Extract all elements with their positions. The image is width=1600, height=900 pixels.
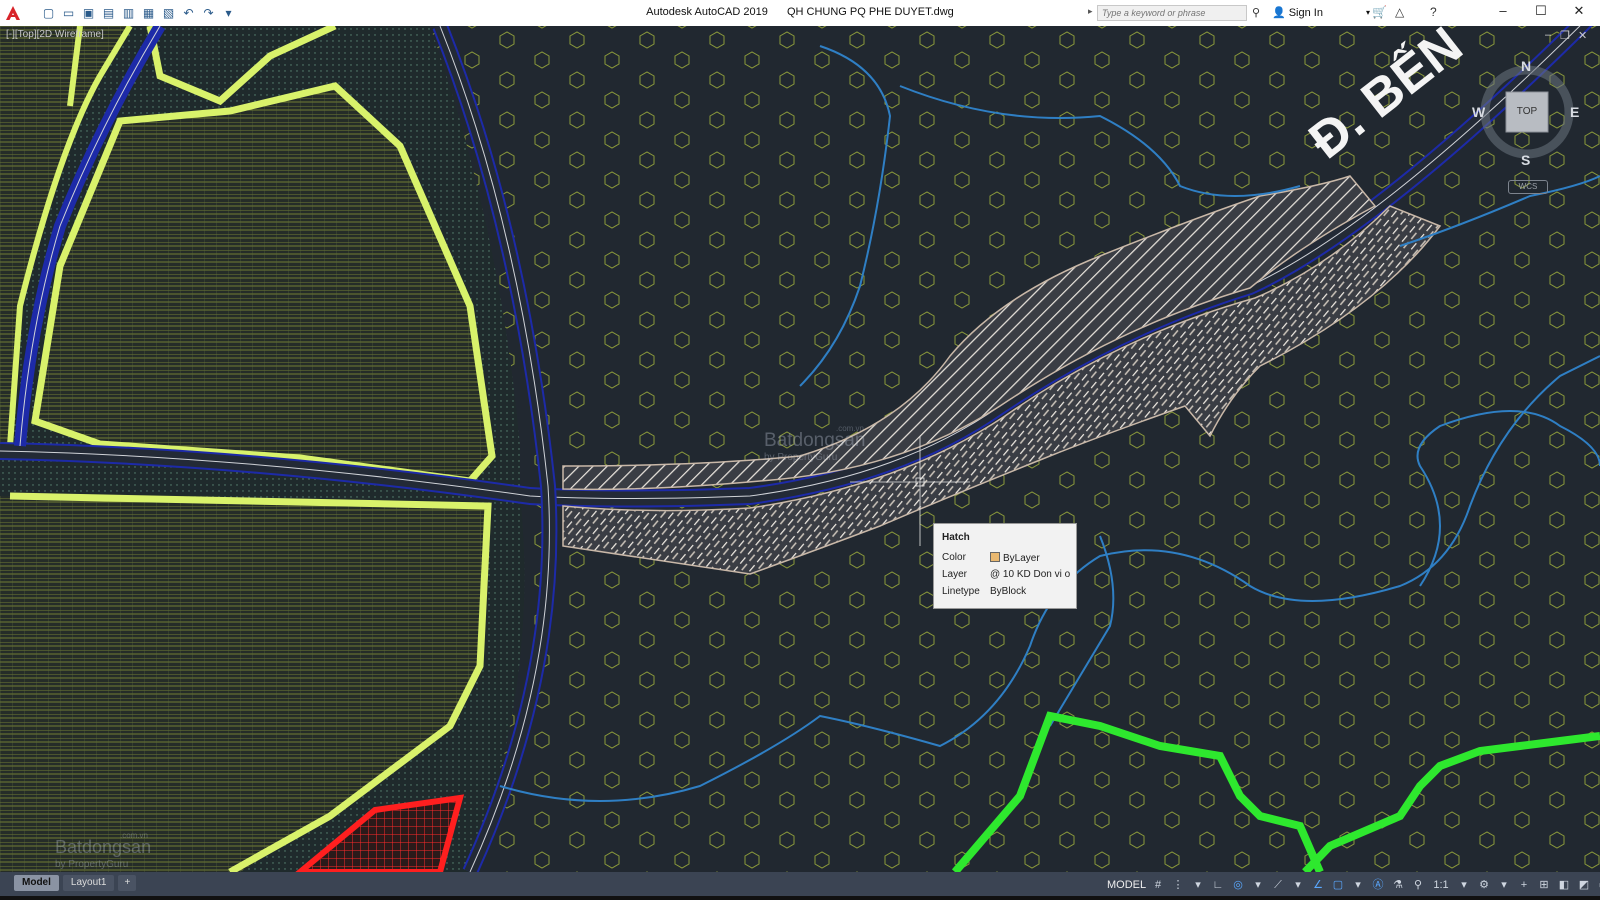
dropdown-icon[interactable]: ▾ xyxy=(1250,877,1266,893)
tooltip-color-value: ByLayer xyxy=(1003,553,1040,564)
isometric-icon[interactable]: ⟋ xyxy=(1270,877,1286,893)
add-layout-button[interactable]: + xyxy=(118,875,137,891)
viewcube-top-face[interactable]: TOP xyxy=(1512,106,1542,117)
user-icon: 👤 xyxy=(1272,7,1286,19)
watermark-tagline: by PropertyGuru xyxy=(55,859,129,870)
tab-model[interactable]: Model xyxy=(14,875,59,891)
workspace-gear-icon[interactable]: ⚙ xyxy=(1476,877,1492,893)
watermark-domain: .com.vn xyxy=(836,424,865,433)
open-icon[interactable]: ▭ xyxy=(60,4,77,21)
ortho-icon[interactable]: ∟ xyxy=(1210,877,1226,893)
print-icon[interactable]: ▧ xyxy=(160,4,177,21)
tooltip-title: Hatch xyxy=(942,532,970,543)
plus-icon[interactable]: + xyxy=(1516,877,1532,893)
tooltip-value: @ 10 KD Don vi o xyxy=(990,569,1071,580)
dropdown-icon[interactable]: ▾ xyxy=(1456,877,1472,893)
viewport-close-icon[interactable]: ✕ xyxy=(1578,29,1587,42)
tooltip-label: Layer xyxy=(942,569,968,580)
undo-icon[interactable]: ↶ xyxy=(180,4,197,21)
dropdown-icon[interactable]: ▾ xyxy=(1496,877,1512,893)
quick-access-toolbar: ▢ ▭ ▣ ▤ ▥ ▦ ▧ ↶ ↷ ▾ xyxy=(40,4,237,21)
object-snap-icon[interactable]: ▢ xyxy=(1330,877,1346,893)
file-name: QH CHUNG PQ PHE DUYET.dwg xyxy=(786,6,954,18)
minimize-button[interactable]: – xyxy=(1488,3,1518,21)
object-snap-tracking-icon[interactable]: ∠ xyxy=(1310,877,1326,893)
viewcube-west[interactable]: W xyxy=(1472,104,1485,120)
tab-layout1[interactable]: Layout1 xyxy=(62,875,115,891)
watermark-brand: Batdongsan xyxy=(764,430,866,451)
tooltip-value: ByLayer xyxy=(990,552,1040,564)
close-button[interactable]: ✕ xyxy=(1564,3,1594,21)
tooltip-label: Linetype xyxy=(942,586,980,597)
redo-icon[interactable]: ↷ xyxy=(200,4,217,21)
sign-in-button[interactable]: 👤 Sign In ▾ xyxy=(1272,6,1370,20)
drawing-viewport[interactable]: [-][Top][2D Wireframe] – ❐ ✕ Đ. BẾN Batd… xyxy=(0,26,1600,872)
polar-icon[interactable]: ◎ xyxy=(1230,877,1246,893)
wcs-menu[interactable]: WCS xyxy=(1508,180,1548,194)
viewport-minimize-icon[interactable]: – xyxy=(1545,29,1551,41)
search-expand-icon[interactable]: ▸ xyxy=(1088,6,1093,17)
model-space-button[interactable]: MODEL xyxy=(1107,879,1146,891)
taskbar-edge xyxy=(0,896,1600,900)
status-toggles: # ⋮ ▾ ∟ ◎ ▾ ⟋ ▾ ∠ ▢ ▾ Ⓐ ⚗ ⚲ 1:1 ▾ ⚙ ▾ + … xyxy=(1150,877,1600,893)
title-bar: ▢ ▭ ▣ ▤ ▥ ▦ ▧ ↶ ↷ ▾ Autodesk AutoCAD 201… xyxy=(0,0,1600,26)
watermark: Batdongsan by PropertyGuru xyxy=(764,430,866,463)
maximize-button[interactable]: ☐ xyxy=(1526,3,1556,21)
annotation-visibility-icon[interactable]: Ⓐ xyxy=(1370,877,1386,893)
snap-icon[interactable]: ⋮ xyxy=(1170,877,1186,893)
chevron-down-icon: ▾ xyxy=(1365,8,1370,17)
sign-in-label: Sign In xyxy=(1288,6,1323,19)
graphics-performance-icon[interactable]: ◩ xyxy=(1576,877,1592,893)
auto-scale-icon[interactable]: ⚗ xyxy=(1390,877,1406,893)
scale-readout[interactable]: 1:1 xyxy=(1430,877,1452,893)
plot-preview-icon[interactable]: ▦ xyxy=(140,4,157,21)
isolate-objects-icon[interactable]: ◧ xyxy=(1556,877,1572,893)
viewcube[interactable]: N S E W TOP WCS xyxy=(1472,56,1582,201)
dropdown-icon[interactable]: ▾ xyxy=(1290,877,1306,893)
viewport-controls-label[interactable]: [-][Top][2D Wireframe] xyxy=(6,29,104,40)
annotation-scale-icon[interactable]: ⚲ xyxy=(1410,877,1426,893)
viewcube-north[interactable]: N xyxy=(1521,58,1531,74)
viewcube-east[interactable]: E xyxy=(1570,104,1579,120)
layout-tabs: Model Layout1 + xyxy=(14,875,137,891)
clean-screen-icon[interactable]: ▭ xyxy=(1596,877,1600,893)
dropdown-icon[interactable]: ▾ xyxy=(1190,877,1206,893)
viewcube-south[interactable]: S xyxy=(1521,152,1530,168)
grid-icon[interactable]: # xyxy=(1150,877,1166,893)
color-swatch-icon xyxy=(990,552,1000,562)
rollover-tooltip: Hatch Color ByLayer Layer @ 10 KD Don vi… xyxy=(933,523,1077,609)
dropdown-icon[interactable]: ▾ xyxy=(1350,877,1366,893)
publish-icon[interactable]: ▥ xyxy=(120,4,137,21)
viewport-restore-icon[interactable]: ❐ xyxy=(1560,29,1570,42)
cart-icon[interactable]: 🛒 xyxy=(1372,5,1387,19)
app-title: Autodesk AutoCAD 2019 xyxy=(646,6,768,18)
save-as-icon[interactable]: ▤ xyxy=(100,4,117,21)
connect-icon[interactable]: △ xyxy=(1395,5,1404,19)
tooltip-label: Color xyxy=(942,552,966,563)
customize-icon[interactable]: ▾ xyxy=(220,4,237,21)
tooltip-value: ByBlock xyxy=(990,586,1027,597)
search-input[interactable] xyxy=(1097,5,1247,21)
save-icon[interactable]: ▣ xyxy=(80,4,97,21)
watermark: Batdongsan by PropertyGuru xyxy=(55,837,152,870)
watermark-tagline: by PropertyGuru xyxy=(764,452,838,463)
watermark-domain: .com.vn xyxy=(120,831,149,840)
watermark-brand: Batdongsan xyxy=(55,837,152,857)
help-icon[interactable]: ? xyxy=(1430,5,1437,19)
new-icon[interactable]: ▢ xyxy=(40,4,57,21)
autocad-logo-icon[interactable] xyxy=(4,4,22,22)
binoculars-icon[interactable]: ⚲ xyxy=(1252,6,1260,19)
units-icon[interactable]: ⊞ xyxy=(1536,877,1552,893)
